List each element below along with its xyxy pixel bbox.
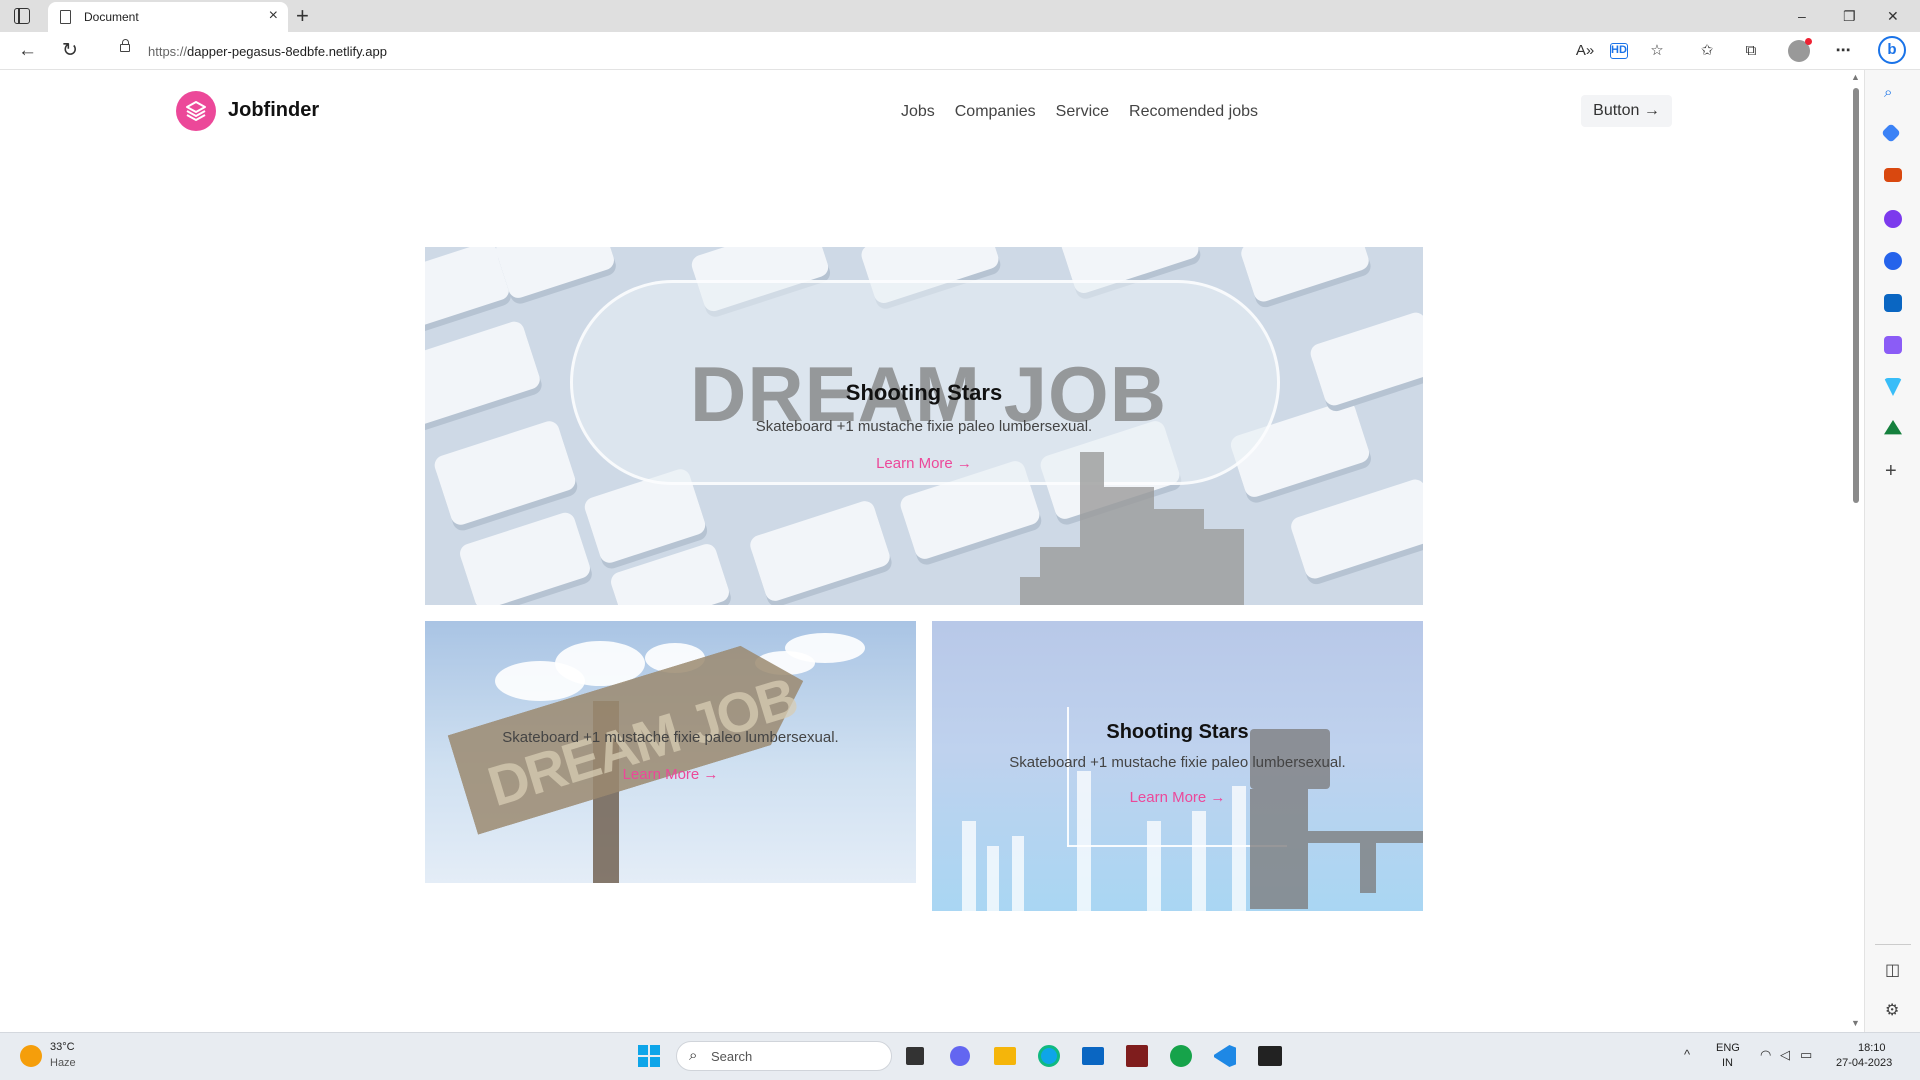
taskbar-search-field[interactable]: ⌕ Search [676,1041,892,1071]
chart-card: Shooting Stars Skateboard +1 mustache fi… [932,621,1423,911]
address-bar: ← ↻ https://dapper-pegasus-8edbfe.netlif… [0,32,1920,70]
microsoft-365-icon[interactable] [1884,252,1902,270]
games-icon[interactable] [1884,210,1902,228]
tab-strip: Document × + – ❐ ✕ [0,0,1920,32]
close-window-button[interactable]: ✕ [1887,4,1899,28]
chart-learn-more-link[interactable]: Learn More → [932,789,1423,806]
xbox-icon[interactable] [1170,1045,1192,1067]
language-in[interactable]: IN [1722,1057,1733,1069]
restore-button[interactable]: ❐ [1843,4,1856,28]
url-text: https://dapper-pegasus-8edbfe.netlify.ap… [148,44,387,59]
hero-card-content: Shooting Stars Skateboard +1 mustache fi… [425,380,1423,472]
sign-learn-more-link[interactable]: Learn More → [425,766,916,783]
add-sidebar-app-icon[interactable]: + [1885,461,1897,481]
edge-sidebar: ⌕ + ◫ ⚙ [1864,70,1920,1032]
chevron-up-icon[interactable]: ^ [1684,1047,1690,1062]
web-page: Jobfinder Jobs Companies Service Recomen… [0,70,1848,1032]
tab-actions-icon[interactable] [14,8,30,24]
sign-card: DREAM JOB Skateboard +1 mustache fixie p… [425,621,916,883]
tools-icon[interactable] [1884,168,1902,182]
nav-companies[interactable]: Companies [955,103,1036,121]
clock-date[interactable]: 27-04-2023 [1836,1057,1892,1069]
mail-icon[interactable] [1082,1047,1104,1065]
tab-title: Document [84,10,139,24]
scroll-down-icon[interactable]: ▼ [1851,1018,1860,1028]
read-aloud-icon[interactable]: A» [1574,40,1596,62]
wifi-icon[interactable]: ◠ [1760,1047,1771,1063]
back-arrow-icon[interactable]: ← [18,39,37,63]
scroll-thumb[interactable] [1853,88,1859,503]
teams-chat-icon[interactable] [950,1046,970,1066]
close-tab-icon[interactable]: × [269,7,278,25]
lock-icon [120,39,130,52]
weather-icon[interactable] [20,1045,42,1067]
battery-icon[interactable]: ▭ [1800,1047,1812,1063]
profile-avatar[interactable] [1788,38,1812,62]
sign-card-desc: Skateboard +1 mustache fixie paleo lumbe… [502,729,839,746]
tab-document[interactable]: Document × [48,2,288,32]
edge-browser-icon[interactable] [1038,1045,1060,1067]
sign-card-content: Skateboard +1 mustache fixie paleo lumbe… [425,729,916,783]
hero-card-desc: Skateboard +1 mustache fixie paleo lumbe… [755,418,1093,435]
nav-service[interactable]: Service [1056,103,1109,121]
outlook-icon[interactable] [1884,294,1902,312]
task-view-icon[interactable] [906,1047,924,1065]
terminal-icon[interactable] [1258,1046,1282,1066]
chart-card-desc: Skateboard +1 mustache fixie paleo lumbe… [1009,754,1346,771]
language-eng[interactable]: ENG [1716,1042,1740,1054]
settings-gear-icon[interactable]: ⚙ [1885,1000,1899,1020]
refresh-icon[interactable]: ↻ [62,39,78,63]
main-nav: Jobs Companies Service Recomended jobs [901,103,1258,121]
nav-jobs[interactable]: Jobs [901,103,935,121]
bing-chat-icon[interactable]: b [1878,36,1906,64]
search-icon: ⌕ [689,1047,698,1064]
more-menu-icon[interactable]: ⋯ [1832,40,1854,62]
header-button[interactable]: Button → [1581,95,1672,127]
weather-desc: Haze [50,1057,76,1069]
send-icon[interactable] [1884,378,1902,396]
volume-icon[interactable]: ◁ [1780,1047,1790,1063]
file-explorer-icon[interactable] [994,1047,1016,1065]
chart-card-content: Shooting Stars Skateboard +1 mustache fi… [932,721,1423,806]
sidebar-toggle-icon[interactable]: ◫ [1885,960,1900,980]
page-scrollbar[interactable]: ▲ ▼ [1848,70,1864,1032]
tree-icon[interactable] [1884,420,1902,435]
jobfinder-logo-icon[interactable] [176,91,216,131]
favorite-add-icon[interactable]: ☆ [1646,40,1668,62]
brand-name[interactable]: Jobfinder [228,99,319,122]
nav-recommended-jobs[interactable]: Recomended jobs [1129,103,1258,121]
hd-icon[interactable]: HD [1610,43,1628,59]
weather-temp: 33°C [50,1041,75,1053]
search-icon[interactable]: ⌕ [1884,84,1902,102]
shopping-icon[interactable] [1881,123,1901,143]
collections-icon[interactable]: ⧉ [1740,40,1762,62]
vscode-icon[interactable] [1214,1045,1236,1067]
clock-time[interactable]: 18:10 [1858,1042,1886,1054]
hero-card: DREAM JOB Shooting Stars Skateboard +1 m… [425,247,1423,605]
new-tab-button[interactable]: + [296,2,309,30]
designer-icon[interactable] [1884,336,1902,354]
hero-learn-more-link[interactable]: Learn More → [425,455,1423,472]
windows-taskbar: 33°C Haze ⌕ Search ^ ENG IN ◠ ◁ ▭ 18:10 … [0,1032,1920,1080]
taskbar-search-placeholder: Search [711,1049,753,1064]
minimize-button[interactable]: – [1798,4,1806,28]
chart-card-title: Shooting Stars [1106,721,1249,743]
scroll-up-icon[interactable]: ▲ [1851,72,1860,82]
app-red-icon[interactable] [1126,1045,1148,1067]
document-icon [60,10,71,24]
hero-card-title: Shooting Stars [845,380,1003,405]
favorites-icon[interactable]: ✩ [1696,40,1718,62]
start-windows-icon[interactable] [638,1045,660,1067]
